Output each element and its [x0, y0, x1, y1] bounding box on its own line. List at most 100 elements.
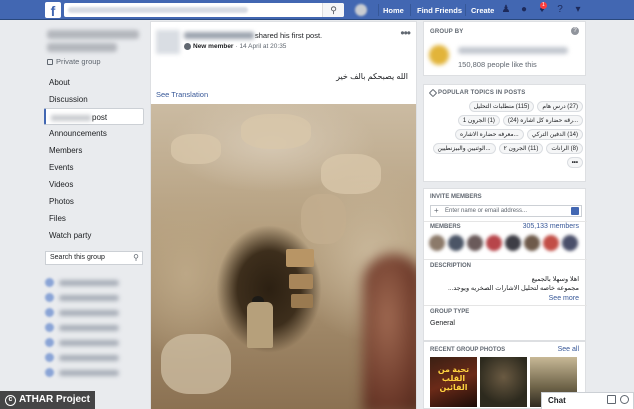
topic-chips: (27) درس هام (115) منطلبات التحليل ...رق… — [429, 101, 583, 168]
list-item[interactable] — [45, 365, 119, 380]
popular-topics-card: POPULAR TOPICS IN POSTS (27) درس هام (11… — [423, 84, 586, 182]
search-blurred-text — [68, 7, 248, 13]
page-name-blurred[interactable] — [458, 47, 568, 54]
page-likes-count: 150,808 people like this — [458, 60, 537, 69]
invite-icon[interactable] — [571, 207, 579, 215]
group-name-blurred[interactable] — [47, 30, 139, 39]
nav-divider — [378, 4, 379, 16]
more-topics-button[interactable]: ••• — [566, 157, 583, 168]
chat-controls — [607, 395, 629, 404]
lock-icon — [47, 58, 53, 65]
poster-name-blurred[interactable] — [184, 32, 254, 39]
profile-avatar — [355, 4, 367, 16]
group-type-value: General — [430, 320, 455, 327]
avatar[interactable] — [524, 235, 540, 251]
avatar[interactable] — [562, 235, 578, 251]
divider — [424, 305, 587, 306]
topic-chip[interactable]: (27) درس هام — [537, 101, 583, 112]
nav-home[interactable]: Home — [383, 0, 404, 20]
search-icon[interactable]: ⚲ — [322, 3, 344, 17]
group-sidebar-nav: About Discussion post Announcements Memb… — [44, 74, 144, 244]
poster-avatar-blurred[interactable] — [156, 30, 180, 54]
member-avatars — [429, 235, 578, 251]
sidebar-item-post-blurred-prefix — [51, 114, 91, 121]
sidebar-item-videos[interactable]: Videos — [44, 176, 144, 193]
topic-chip[interactable]: (8) الرانات — [546, 143, 583, 154]
copyright-icon: c — [5, 394, 16, 406]
popular-topics-heading: POPULAR TOPICS IN POSTS — [428, 88, 526, 98]
topic-chip[interactable]: (1) الجرون 1 — [457, 115, 500, 126]
chat-bar[interactable]: Chat — [541, 392, 634, 409]
recent-photo[interactable] — [480, 357, 527, 407]
sidebar-item-discussion[interactable]: Discussion — [44, 91, 144, 108]
nav-find-friends[interactable]: Find Friends — [417, 0, 462, 20]
members-count-link[interactable]: 305,133 members — [523, 223, 579, 230]
topic-chip[interactable]: (115) منطلبات التحليل — [468, 101, 535, 112]
help-icon[interactable]: ? — [571, 27, 579, 35]
group-search-input[interactable]: Search this group ⚲ — [45, 251, 143, 265]
new-member-badge: New member — [193, 43, 234, 50]
finger-blur — [363, 254, 416, 409]
group-type-heading: GROUP TYPE — [430, 309, 470, 315]
avatar[interactable] — [505, 235, 521, 251]
topic-chip[interactable]: ...معرفه حضاره الاشاره — [455, 129, 524, 140]
quick-help-icon[interactable]: ? — [554, 4, 566, 16]
sidebar-item-post[interactable]: post — [44, 108, 144, 125]
group-description: اهلا وسهلا بالجميع مجموعه خاصه لتحليل ال… — [447, 276, 579, 292]
see-more-link[interactable]: See more — [549, 295, 579, 302]
notification-badge: 1 — [540, 2, 547, 9]
sidebar-item-watch-party[interactable]: Watch party — [44, 227, 144, 244]
post-meta: New member · 14 April at 20:35 — [184, 43, 286, 50]
sidebar-item-members[interactable]: Members — [44, 142, 144, 159]
avatar[interactable] — [429, 235, 445, 251]
facebook-logo[interactable]: f — [45, 2, 61, 19]
avatar[interactable] — [486, 235, 502, 251]
post-options-more-icon[interactable]: ••• — [400, 26, 411, 40]
avatar[interactable] — [543, 235, 559, 251]
sidebar-item-events[interactable]: Events — [44, 159, 144, 176]
messenger-icon[interactable]: ● — [518, 4, 530, 16]
sidebar-item-photos[interactable]: Photos — [44, 193, 144, 210]
list-item[interactable] — [45, 335, 119, 350]
see-all-photos-link[interactable]: See all — [558, 346, 579, 353]
search-icon[interactable]: ⚲ — [133, 252, 139, 264]
sidebar-item-files[interactable]: Files — [44, 210, 144, 227]
divider — [424, 259, 587, 260]
page-avatar-blurred[interactable] — [429, 45, 449, 65]
recent-photo[interactable]: تحية من القلب الفائين — [430, 357, 477, 407]
nav-create[interactable]: Create — [471, 0, 494, 20]
avatar[interactable] — [467, 235, 483, 251]
list-item[interactable] — [45, 320, 119, 335]
list-item[interactable] — [45, 350, 119, 365]
recent-photos-heading: RECENT GROUP PHOTOS — [430, 347, 506, 353]
group-privacy: Private group — [47, 57, 101, 66]
gear-icon[interactable] — [620, 395, 629, 404]
members-heading: MEMBERS — [430, 224, 461, 230]
global-search-input[interactable]: ⚲ — [64, 3, 344, 17]
topic-chip[interactable]: (11) الجرون ٢ — [498, 143, 544, 154]
post-timestamp[interactable]: · 14 April at 20:35 — [235, 43, 286, 50]
sidebar-item-about[interactable]: About — [44, 74, 144, 91]
list-item[interactable] — [45, 305, 119, 320]
account-menu-chevron-down-icon[interactable]: ▾ — [572, 4, 584, 16]
invite-member-input[interactable]: + Enter name or email address... — [430, 205, 582, 217]
see-translation-link[interactable]: See Translation — [156, 90, 208, 99]
topic-chip[interactable]: ...الوثنيين والبيزنطيين — [432, 143, 496, 154]
list-item[interactable] — [45, 290, 119, 305]
topic-chip[interactable]: ...رقه حضاره كل اشاره (24) — [502, 115, 583, 126]
post-photo-excavation[interactable] — [151, 104, 416, 409]
profile-link[interactable] — [355, 0, 371, 20]
group-by-card: GROUP BY ? 150,808 people like this — [423, 21, 586, 76]
sidebar-item-announcements[interactable]: Announcements — [44, 125, 144, 142]
digger-figure — [247, 302, 273, 348]
friend-requests-icon[interactable]: ♟ — [500, 4, 512, 16]
group-name-blurred-line2[interactable] — [47, 43, 117, 52]
tag-icon — [428, 88, 438, 98]
nav-divider — [465, 4, 466, 16]
topic-chip[interactable]: (14) الدفين التركي — [526, 129, 583, 140]
new-member-icon — [184, 43, 191, 50]
new-message-icon[interactable] — [607, 395, 616, 404]
avatar[interactable] — [448, 235, 464, 251]
list-item[interactable] — [45, 275, 119, 290]
post-action-text: shared his first post. — [255, 31, 323, 40]
